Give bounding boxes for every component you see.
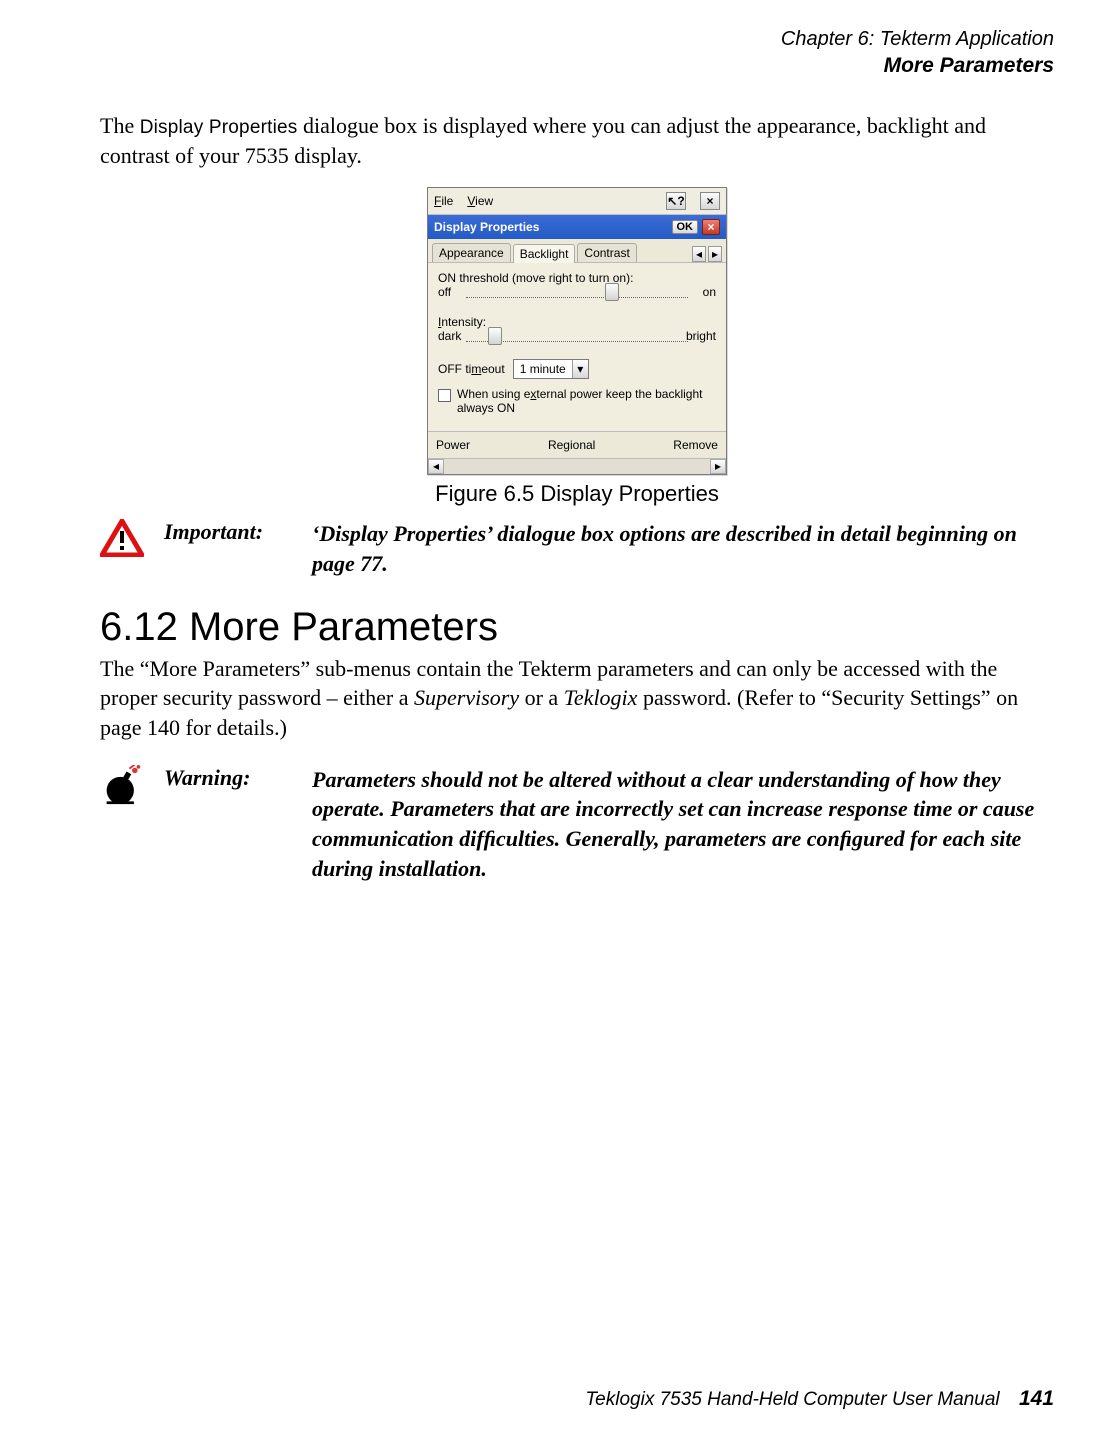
bottom-bar: Power Regional Remove [428,431,726,458]
tab-appearance[interactable]: Appearance [432,243,511,262]
warning-note: Warning: Parameters should not be altere… [100,765,1054,884]
timeout-label: OFF timeout [438,362,505,376]
slider-left-label: dark [438,329,461,343]
timeout-value: 1 minute [514,362,572,376]
manual-page: Chapter 6: Tekterm Application More Para… [0,0,1114,1451]
running-header: Chapter 6: Tekterm Application More Para… [100,26,1054,79]
close-icon: × [707,220,714,234]
menu-file[interactable]: File [434,194,453,208]
ok-button[interactable]: OK [672,220,699,234]
section-paragraph: The “More Parameters” sub-menus contain … [100,654,1054,743]
close-icon: × [706,194,713,208]
section-text-mid: or a [519,685,564,710]
display-properties-term: Display Properties [140,117,298,138]
slider-right-label: bright [686,329,716,343]
intensity-slider[interactable]: dark bright [438,329,716,351]
manual-title: Teklogix 7535 Hand-Held Computer User Ma… [585,1389,999,1410]
menu-view-rest: iew [475,194,493,208]
dialog-close-button[interactable]: × [702,219,720,235]
chevron-down-icon: ▾ [577,362,583,376]
intro-text-pre: The [100,113,140,138]
teklogix-term: Teklogix [564,685,638,710]
bottom-regional[interactable]: Regional [548,438,595,452]
window-close-button[interactable]: × [700,192,720,210]
app-menubar: File View ↖? × [428,188,726,215]
scroll-track[interactable] [444,459,710,474]
chapter-label: Chapter 6: Tekterm Application [100,26,1054,52]
menu-view[interactable]: View [467,194,493,208]
on-threshold-label: ON threshold (move right to turn on): [438,271,716,285]
chevron-right-icon: ▸ [712,247,718,261]
important-label: Important: [164,519,294,545]
menu-view-underline: V [467,194,475,208]
important-note: Important: ‘Display Properties’ dialogue… [100,519,1054,578]
timeout-row: OFF timeout 1 minute ▾ [438,359,716,379]
important-text: ‘Display Properties’ dialogue box option… [312,519,1054,578]
bottom-remove[interactable]: Remove [673,438,718,452]
intensity-row: Intensity: dark bright [438,315,716,351]
chevron-left-icon: ◂ [696,247,702,261]
warning-label: Warning: [164,765,294,791]
tab-contrast[interactable]: Contrast [577,243,636,262]
tab-scroll-left[interactable]: ◂ [692,246,706,262]
external-power-row: When using external power keep the backl… [438,387,716,415]
dialog-titlebar: Display Properties OK × [428,215,726,239]
bottom-power[interactable]: Power [436,438,470,452]
page-footer: Teklogix 7535 Hand-Held Computer User Ma… [585,1387,1054,1411]
section-label: More Parameters [100,52,1054,79]
timeout-combo[interactable]: 1 minute ▾ [513,359,589,379]
external-power-checkbox[interactable] [438,389,451,402]
backlight-panel: ON threshold (move right to turn on): of… [428,263,726,431]
figure-wrap: File View ↖? × Display Properties OK × A… [100,187,1054,508]
help-button[interactable]: ↖? [666,192,686,210]
warning-icon [100,765,146,805]
on-threshold-row: ON threshold (move right to turn on): of… [438,271,716,307]
display-properties-screenshot: File View ↖? × Display Properties OK × A… [427,187,727,475]
slider-track [466,295,688,301]
bottom-scrollbar[interactable]: ◂ ▸ [428,458,726,474]
important-icon [100,519,146,562]
on-threshold-slider[interactable]: off on [438,285,716,307]
combo-dropdown-button[interactable]: ▾ [572,360,588,378]
menu-file-rest: ile [441,194,453,208]
slider-right-label: on [703,285,716,299]
intro-paragraph: The Display Properties dialogue box is d… [100,111,1054,170]
slider-left-label: off [438,285,451,299]
supervisory-term: Supervisory [414,685,519,710]
intensity-rest: ntensity: [441,315,486,329]
intensity-label: Intensity: [438,315,716,329]
tab-scroll-right[interactable]: ▸ [708,246,722,262]
help-icon: ↖? [667,194,684,208]
section-heading: 6.12 More Parameters [100,605,1054,650]
tab-nav: ◂ ▸ [692,246,722,262]
figure-caption: Figure 6.5 Display Properties [100,481,1054,507]
slider-thumb[interactable] [488,327,502,345]
scroll-left-button[interactable]: ◂ [428,459,444,474]
external-power-label: When using external power keep the backl… [457,387,716,415]
tabs-row: Appearance Backlight Contrast ◂ ▸ [428,239,726,263]
tab-backlight[interactable]: Backlight [513,244,576,263]
scroll-right-button[interactable]: ▸ [710,459,726,474]
dialog-title: Display Properties [434,220,672,234]
warning-text: Parameters should not be altered without… [312,765,1054,884]
slider-thumb[interactable] [605,283,619,301]
page-number: 141 [1019,1387,1054,1410]
